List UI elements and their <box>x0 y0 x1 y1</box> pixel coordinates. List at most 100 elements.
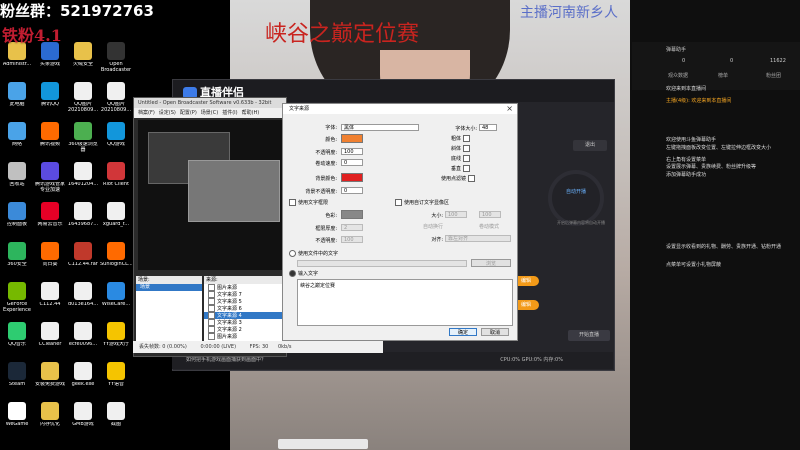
checkbox-icon[interactable] <box>208 291 215 298</box>
browse-button[interactable]: 浏览 <box>471 259 511 267</box>
input-method-bar[interactable] <box>278 439 368 449</box>
obs-menu-item[interactable]: 配置(P) <box>180 110 197 116</box>
checkbox-icon[interactable] <box>208 326 215 333</box>
desktop-icon[interactable]: 16401204... <box>67 162 99 188</box>
close-icon[interactable]: × <box>506 104 513 114</box>
outline-thickness-field[interactable]: 2 <box>341 224 363 231</box>
outline-checkbox[interactable]: 使用文字框限 <box>289 199 328 206</box>
desktop-icon[interactable]: 网络 <box>1 122 33 148</box>
text-color-swatch[interactable] <box>341 134 363 143</box>
obs-menu-item[interactable]: 插件(I) <box>222 110 237 116</box>
desktop-icon[interactable]: 火绒安全 <box>67 42 99 68</box>
desktop-icon[interactable]: 腾讯视频 <box>34 122 66 148</box>
obs-menu-item[interactable]: 场景(C) <box>201 110 218 116</box>
desktop-icon[interactable]: SunloginCL... <box>100 242 132 268</box>
wrap-checkbox[interactable]: 自动换行 <box>423 223 443 230</box>
desktop-icon[interactable]: 控制面板 <box>1 202 33 228</box>
ok-button[interactable]: 确定 <box>449 328 477 336</box>
chat-message: 欢迎来到本直播间 <box>666 86 707 92</box>
desktop-icon[interactable]: 腾讯QQ <box>34 82 66 108</box>
source-item[interactable]: 图片来源 <box>204 284 284 291</box>
desktop-icon[interactable]: CCleaner <box>34 322 66 348</box>
desktop-icon[interactable]: WeGame <box>1 402 33 428</box>
desktop-icon[interactable]: GeForce Experience <box>1 282 33 313</box>
file-path-field[interactable] <box>297 260 467 267</box>
checkbox-icon[interactable] <box>208 319 215 326</box>
desktop-icon[interactable]: 内存优化 <box>34 402 66 428</box>
checkbox-icon[interactable] <box>208 298 215 305</box>
desktop-icon[interactable]: QQ图片20210809... <box>67 82 99 113</box>
checkbox-icon[interactable] <box>208 312 215 319</box>
source-item[interactable]: 文字来源 3 <box>204 319 284 326</box>
bold-checkbox[interactable]: 粗体 <box>451 135 471 142</box>
scroll-mode-checkbox[interactable]: 卷动模式 <box>479 223 499 230</box>
checkbox-icon[interactable] <box>208 333 215 340</box>
obs-menu-item[interactable]: 设定(S) <box>159 110 176 116</box>
font-select[interactable]: 黑体 <box>341 124 419 131</box>
size-width-field[interactable]: 100 <box>445 211 467 218</box>
desktop-icon[interactable]: C112.44 <box>34 282 66 308</box>
source-item[interactable]: 文字来源 2 <box>204 326 284 333</box>
source-item[interactable]: 文字来源 4 <box>204 312 284 319</box>
checkbox-icon[interactable] <box>208 284 215 291</box>
desktop-icon[interactable]: 360安全 <box>1 242 33 268</box>
desktop-icon[interactable]: 截图 <box>100 402 132 428</box>
desktop-icon[interactable]: 安装免费游戏 <box>34 362 66 388</box>
input-text-radio[interactable]: 输入文字 <box>289 270 318 277</box>
underline-checkbox[interactable]: 底线 <box>451 155 471 162</box>
obs-menu-item[interactable]: 档案(F) <box>138 110 155 116</box>
desktop-icon[interactable]: 回收站 <box>1 162 33 188</box>
tab-rank[interactable]: 榜单 <box>718 72 728 79</box>
use-file-radio[interactable]: 使用文件中的文字 <box>289 250 338 257</box>
cancel-button[interactable]: 取消 <box>481 328 509 336</box>
scene-item[interactable]: 场景 <box>136 284 202 291</box>
scroll-speed-field[interactable]: 0 <box>341 159 363 166</box>
desktop-icon[interactable]: WiseCare... <box>100 282 132 308</box>
tab-audience[interactable]: 观众数据 <box>668 72 688 79</box>
size-height-field[interactable]: 100 <box>479 211 501 218</box>
exit-button[interactable]: 退出 <box>573 140 607 151</box>
desktop-icon[interactable]: xguard_f... <box>100 202 132 228</box>
desktop-icon[interactable]: d013e164... <box>67 282 99 308</box>
source-item[interactable]: 文字来源 5 <box>204 298 284 305</box>
desktop-icon[interactable]: ecfe0096... <box>67 322 99 348</box>
desktop-icon[interactable]: C112.44.rar <box>67 242 99 268</box>
desktop-icon[interactable]: Open Broadcaster <box>100 42 132 73</box>
desktop-icon[interactable]: 360极速浏览器 <box>67 122 99 153</box>
source-item[interactable]: 文字来源 6 <box>204 305 284 312</box>
desktop-icon[interactable]: 此电脑 <box>1 82 33 108</box>
outline-opacity-field[interactable]: 100 <box>341 236 363 243</box>
desktop-icon[interactable]: Riot Client <box>100 162 132 188</box>
desktop-icon[interactable]: 16439687... <box>67 202 99 228</box>
desktop-icon[interactable]: 向日葵 <box>34 242 66 268</box>
source-item[interactable]: 文字来源 7 <box>204 291 284 298</box>
text-input-area[interactable]: 峡谷之巅定位赛 <box>297 279 513 326</box>
opacity-field[interactable]: 100 <box>341 148 363 155</box>
help-link[interactable]: 如何把手机游戏画面捕获到画面中？ <box>186 357 266 363</box>
font-size-field[interactable]: 48 <box>479 124 497 131</box>
bg-opacity-field[interactable]: 0 <box>341 187 363 194</box>
desktop-icon[interactable]: 网易云音乐 <box>34 202 66 228</box>
bg-color-swatch[interactable] <box>341 173 363 182</box>
outline-color-swatch[interactable] <box>341 210 363 219</box>
desktop-icon[interactable]: 腾讯游戏管家专业加速 <box>34 162 66 193</box>
vertical-checkbox[interactable]: 垂直 <box>451 165 471 172</box>
desktop-icon[interactable]: QQ音乐 <box>1 322 33 348</box>
obs-menu-item[interactable]: 帮助(H) <box>242 110 260 116</box>
desktop-icon[interactable]: Steam <box>1 362 33 388</box>
desktop-icon[interactable]: YY语音 <box>100 362 132 388</box>
checkbox-icon[interactable] <box>208 305 215 312</box>
align-select[interactable]: 靠左对齐 <box>445 235 511 242</box>
point-filter-checkbox[interactable]: 使用点滤镜 <box>441 175 476 182</box>
source-item[interactable]: 图片来源 <box>204 333 284 340</box>
desktop-icon[interactable]: YY游戏大厅 <box>100 322 132 348</box>
desktop-icon[interactable]: GMB游戏 <box>67 402 99 428</box>
desktop-icon[interactable]: QQ游戏 <box>100 122 132 148</box>
start-live-button[interactable]: 开始直播 <box>568 330 610 341</box>
tab-fanclub[interactable]: 粉丝团 <box>766 72 781 79</box>
custom-area-checkbox[interactable]: 使用自订文字显像区 <box>395 199 449 206</box>
desktop-icon[interactable]: geek.exe <box>67 362 99 388</box>
italic-checkbox[interactable]: 斜体 <box>451 145 471 152</box>
desktop-icon[interactable]: QQ图片20210809... <box>100 82 132 113</box>
auto-start-toggle[interactable] <box>548 170 604 226</box>
